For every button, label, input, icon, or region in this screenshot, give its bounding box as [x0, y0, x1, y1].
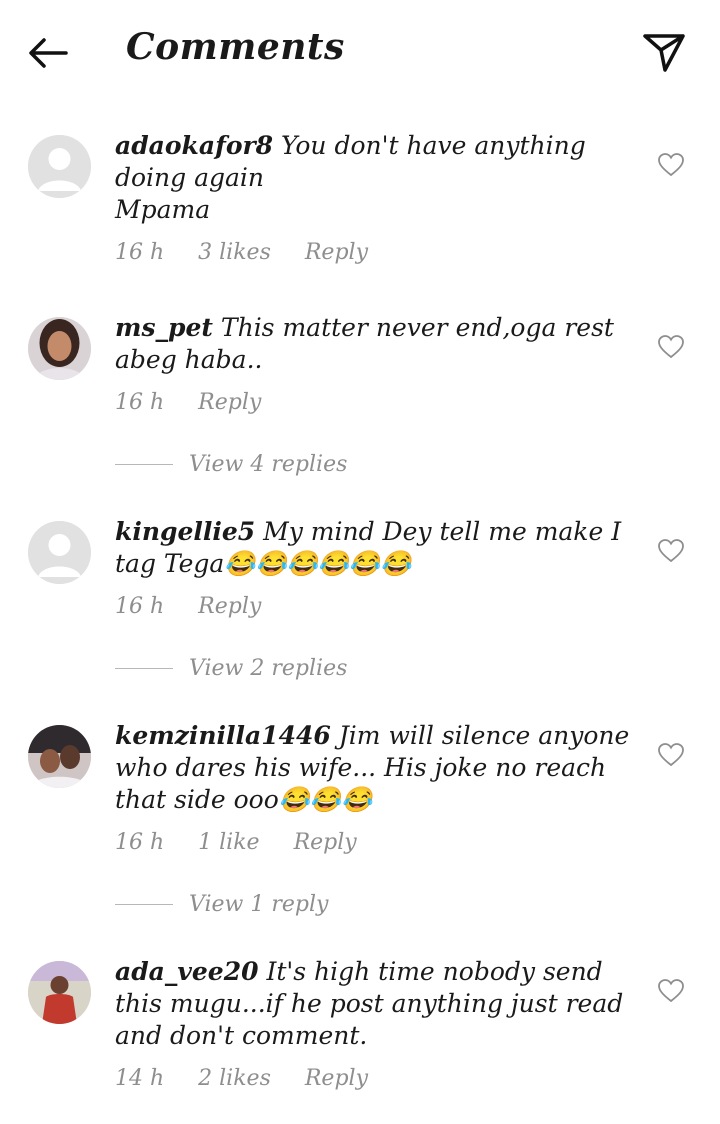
comment-text: ada_vee20 It's high time nobody send thi…	[115, 956, 640, 1052]
comment-likes[interactable]: 1 like	[198, 830, 259, 855]
heart-icon[interactable]	[658, 153, 684, 177]
page-title: Comments	[126, 26, 345, 68]
reply-button[interactable]: Reply	[305, 240, 368, 265]
comment-meta: 14 h 2 likes Reply	[115, 1066, 368, 1091]
comment-text: ms_pet This matter never end,oga rest ab…	[115, 312, 640, 376]
profile-photo-icon	[28, 317, 91, 380]
comment-time: 16 h	[115, 390, 165, 415]
comment-time: 16 h	[115, 830, 165, 855]
comment-text: kemzinilla1446 Jim will silence anyone w…	[115, 720, 640, 816]
comment-likes[interactable]: 2 likes	[198, 1066, 271, 1091]
comment-text: kingellie5 My mind Dey tell me make I ta…	[115, 516, 640, 580]
comment-time: 16 h	[115, 594, 165, 619]
heart-icon[interactable]	[658, 743, 684, 767]
default-avatar-icon	[28, 135, 91, 198]
reply-button[interactable]: Reply	[198, 390, 261, 415]
view-replies-label[interactable]: View 4 replies	[189, 452, 347, 477]
comment-text: adaokafor8 You don't have anything doing…	[115, 130, 640, 226]
view-replies-button[interactable]: View 1 reply	[115, 892, 328, 917]
comment-meta: 16 h 3 likes Reply	[115, 240, 368, 265]
heart-icon[interactable]	[658, 335, 684, 359]
comment-username[interactable]: ada_vee20	[115, 957, 259, 986]
profile-photo-icon	[28, 961, 91, 1024]
divider-line	[115, 667, 173, 670]
view-replies-button[interactable]: View 2 replies	[115, 656, 347, 681]
comment-time: 14 h	[115, 1066, 165, 1091]
arrow-left-icon	[29, 38, 68, 68]
back-button[interactable]	[26, 30, 72, 76]
view-replies-button[interactable]: View 4 replies	[115, 452, 347, 477]
avatar[interactable]	[28, 521, 91, 584]
avatar[interactable]	[28, 135, 91, 198]
paper-plane-icon	[643, 34, 685, 72]
view-replies-label[interactable]: View 1 reply	[189, 892, 328, 917]
heart-icon[interactable]	[658, 539, 684, 563]
comment-username[interactable]: ms_pet	[115, 313, 213, 342]
reply-button[interactable]: Reply	[294, 830, 357, 855]
avatar[interactable]	[28, 317, 91, 380]
view-replies-label[interactable]: View 2 replies	[189, 656, 347, 681]
share-button[interactable]	[640, 28, 688, 76]
divider-line	[115, 463, 173, 466]
comment-username[interactable]: adaokafor8	[115, 131, 273, 160]
comment-meta: 16 h Reply	[115, 390, 261, 415]
comment-username[interactable]: kingellie5	[115, 517, 255, 546]
reply-button[interactable]: Reply	[305, 1066, 368, 1091]
divider-line	[115, 903, 173, 906]
profile-photo-icon	[28, 725, 91, 788]
comment-meta: 16 h Reply	[115, 594, 261, 619]
avatar[interactable]	[28, 961, 91, 1024]
comment-meta: 16 h 1 like Reply	[115, 830, 357, 855]
default-avatar-icon	[28, 521, 91, 584]
comment-likes[interactable]: 3 likes	[198, 240, 271, 265]
comment-time: 16 h	[115, 240, 165, 265]
header: Comments	[0, 0, 720, 104]
comment-username[interactable]: kemzinilla1446	[115, 721, 331, 750]
avatar[interactable]	[28, 725, 91, 788]
reply-button[interactable]: Reply	[198, 594, 261, 619]
heart-icon[interactable]	[658, 979, 684, 1003]
